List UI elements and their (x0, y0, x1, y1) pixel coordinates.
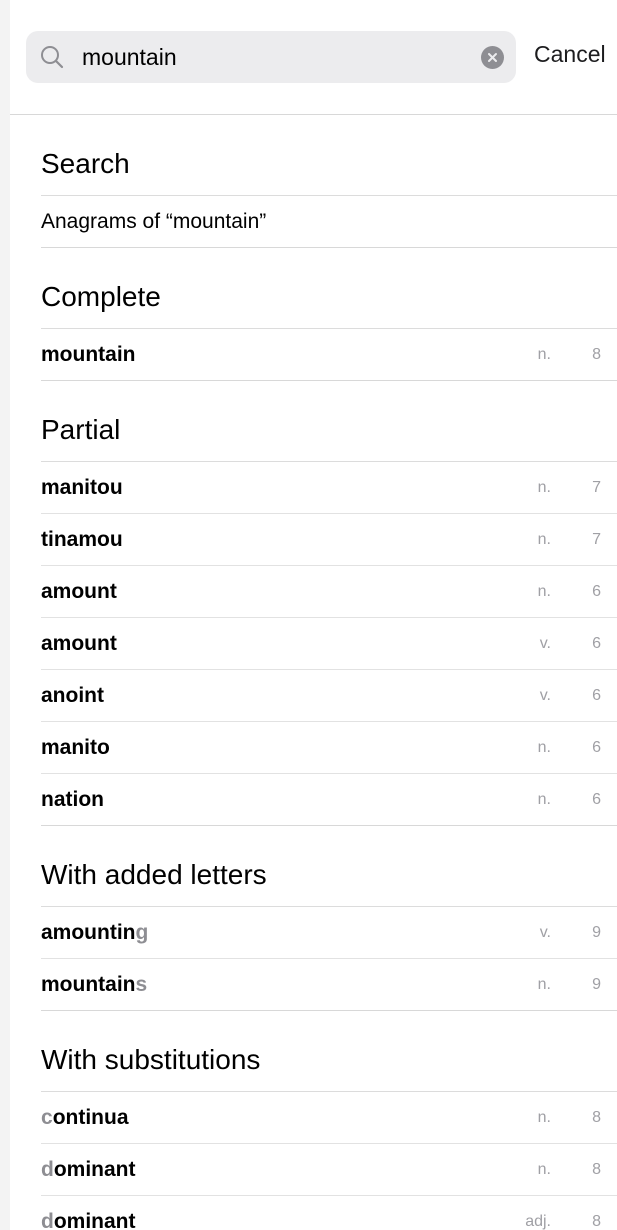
word-rest: ominant (53, 1157, 136, 1181)
section-partial: Partial manitou n. 7 tinamou n. 7 amount… (41, 381, 617, 826)
added-letter: s (135, 972, 148, 996)
section-title-complete: Complete (41, 248, 617, 329)
letter-count: 8 (592, 345, 601, 363)
list-item[interactable]: manitou n. 7 (41, 462, 617, 514)
letter-count: 6 (592, 634, 601, 652)
part-of-speech: n. (537, 582, 551, 600)
letter-count: 8 (592, 1212, 601, 1230)
word-label: amount (41, 579, 117, 603)
word-label: nation (41, 787, 104, 811)
search-bar[interactable] (26, 31, 516, 83)
letter-count: 6 (592, 738, 601, 756)
added-letter: g (135, 920, 149, 944)
list-item-label: Anagrams of “mountain” (41, 209, 267, 233)
letter-count: 6 (592, 790, 601, 808)
cancel-button[interactable]: Cancel (534, 41, 606, 68)
list-item[interactable]: mountain n. 8 (41, 329, 617, 381)
part-of-speech: adj. (525, 1212, 551, 1230)
word-rest: ominant (53, 1209, 136, 1230)
list-item[interactable]: amount v. 6 (41, 618, 617, 670)
list-item[interactable]: anoint v. 6 (41, 670, 617, 722)
search-input[interactable] (82, 40, 472, 74)
list-item[interactable]: manito n. 6 (41, 722, 617, 774)
word-label: amounting (41, 921, 148, 945)
letter-count: 9 (592, 923, 601, 941)
section-title-added-letters: With added letters (41, 826, 617, 907)
left-edge (0, 0, 10, 1230)
part-of-speech: v. (539, 634, 551, 652)
clear-icon[interactable] (481, 46, 504, 69)
substituted-letter: d (41, 1157, 54, 1181)
section-substitutions: With substitutions continua n. 8 dominan… (41, 1011, 617, 1230)
word-label: amount (41, 631, 117, 655)
letter-count: 9 (592, 975, 601, 993)
results-list: Search Anagrams of “mountain” Complete m… (41, 115, 617, 1230)
part-of-speech: n. (537, 1160, 551, 1178)
letter-count: 7 (592, 530, 601, 548)
section-search: Search Anagrams of “mountain” (41, 115, 617, 248)
letter-count: 6 (592, 582, 601, 600)
word-label: anoint (41, 683, 104, 707)
section-title-partial: Partial (41, 381, 617, 462)
word-rest: ontinua (52, 1105, 129, 1129)
part-of-speech: n. (537, 790, 551, 808)
list-item[interactable]: amount n. 6 (41, 566, 617, 618)
part-of-speech: n. (537, 1108, 551, 1126)
list-item[interactable]: continua n. 8 (41, 1092, 617, 1144)
letter-count: 8 (592, 1108, 601, 1126)
list-item[interactable]: amounting v. 9 (41, 907, 617, 959)
letter-count: 8 (592, 1160, 601, 1178)
letter-count: 7 (592, 478, 601, 496)
part-of-speech: n. (537, 738, 551, 756)
section-added-letters: With added letters amounting v. 9 mounta… (41, 826, 617, 1011)
section-title-search: Search (41, 115, 617, 196)
list-item[interactable]: tinamou n. 7 (41, 514, 617, 566)
list-item-anagrams[interactable]: Anagrams of “mountain” (41, 196, 617, 248)
part-of-speech: n. (537, 345, 551, 363)
letter-count: 6 (592, 686, 601, 704)
word-label: tinamou (41, 527, 123, 551)
substituted-letter: c (41, 1105, 53, 1129)
word-base: mountain (41, 972, 136, 996)
list-item[interactable]: dominant n. 8 (41, 1144, 617, 1196)
list-item[interactable]: dominant adj. 8 (41, 1196, 617, 1230)
search-icon (38, 43, 66, 71)
word-label: continua (41, 1106, 129, 1130)
section-title-substitutions: With substitutions (41, 1011, 617, 1092)
part-of-speech: v. (539, 923, 551, 941)
word-label: dominant (41, 1210, 136, 1230)
part-of-speech: v. (539, 686, 551, 704)
section-complete: Complete mountain n. 8 (41, 248, 617, 381)
part-of-speech: n. (537, 530, 551, 548)
substituted-letter: d (41, 1209, 54, 1230)
word-label: manitou (41, 475, 123, 499)
word-label: mountains (41, 973, 147, 997)
part-of-speech: n. (537, 975, 551, 993)
word-base: amountin (41, 920, 136, 944)
list-item[interactable]: nation n. 6 (41, 774, 617, 826)
word-label: mountain (41, 342, 136, 366)
list-item[interactable]: mountains n. 9 (41, 959, 617, 1011)
word-label: manito (41, 735, 110, 759)
part-of-speech: n. (537, 478, 551, 496)
word-label: dominant (41, 1158, 136, 1182)
